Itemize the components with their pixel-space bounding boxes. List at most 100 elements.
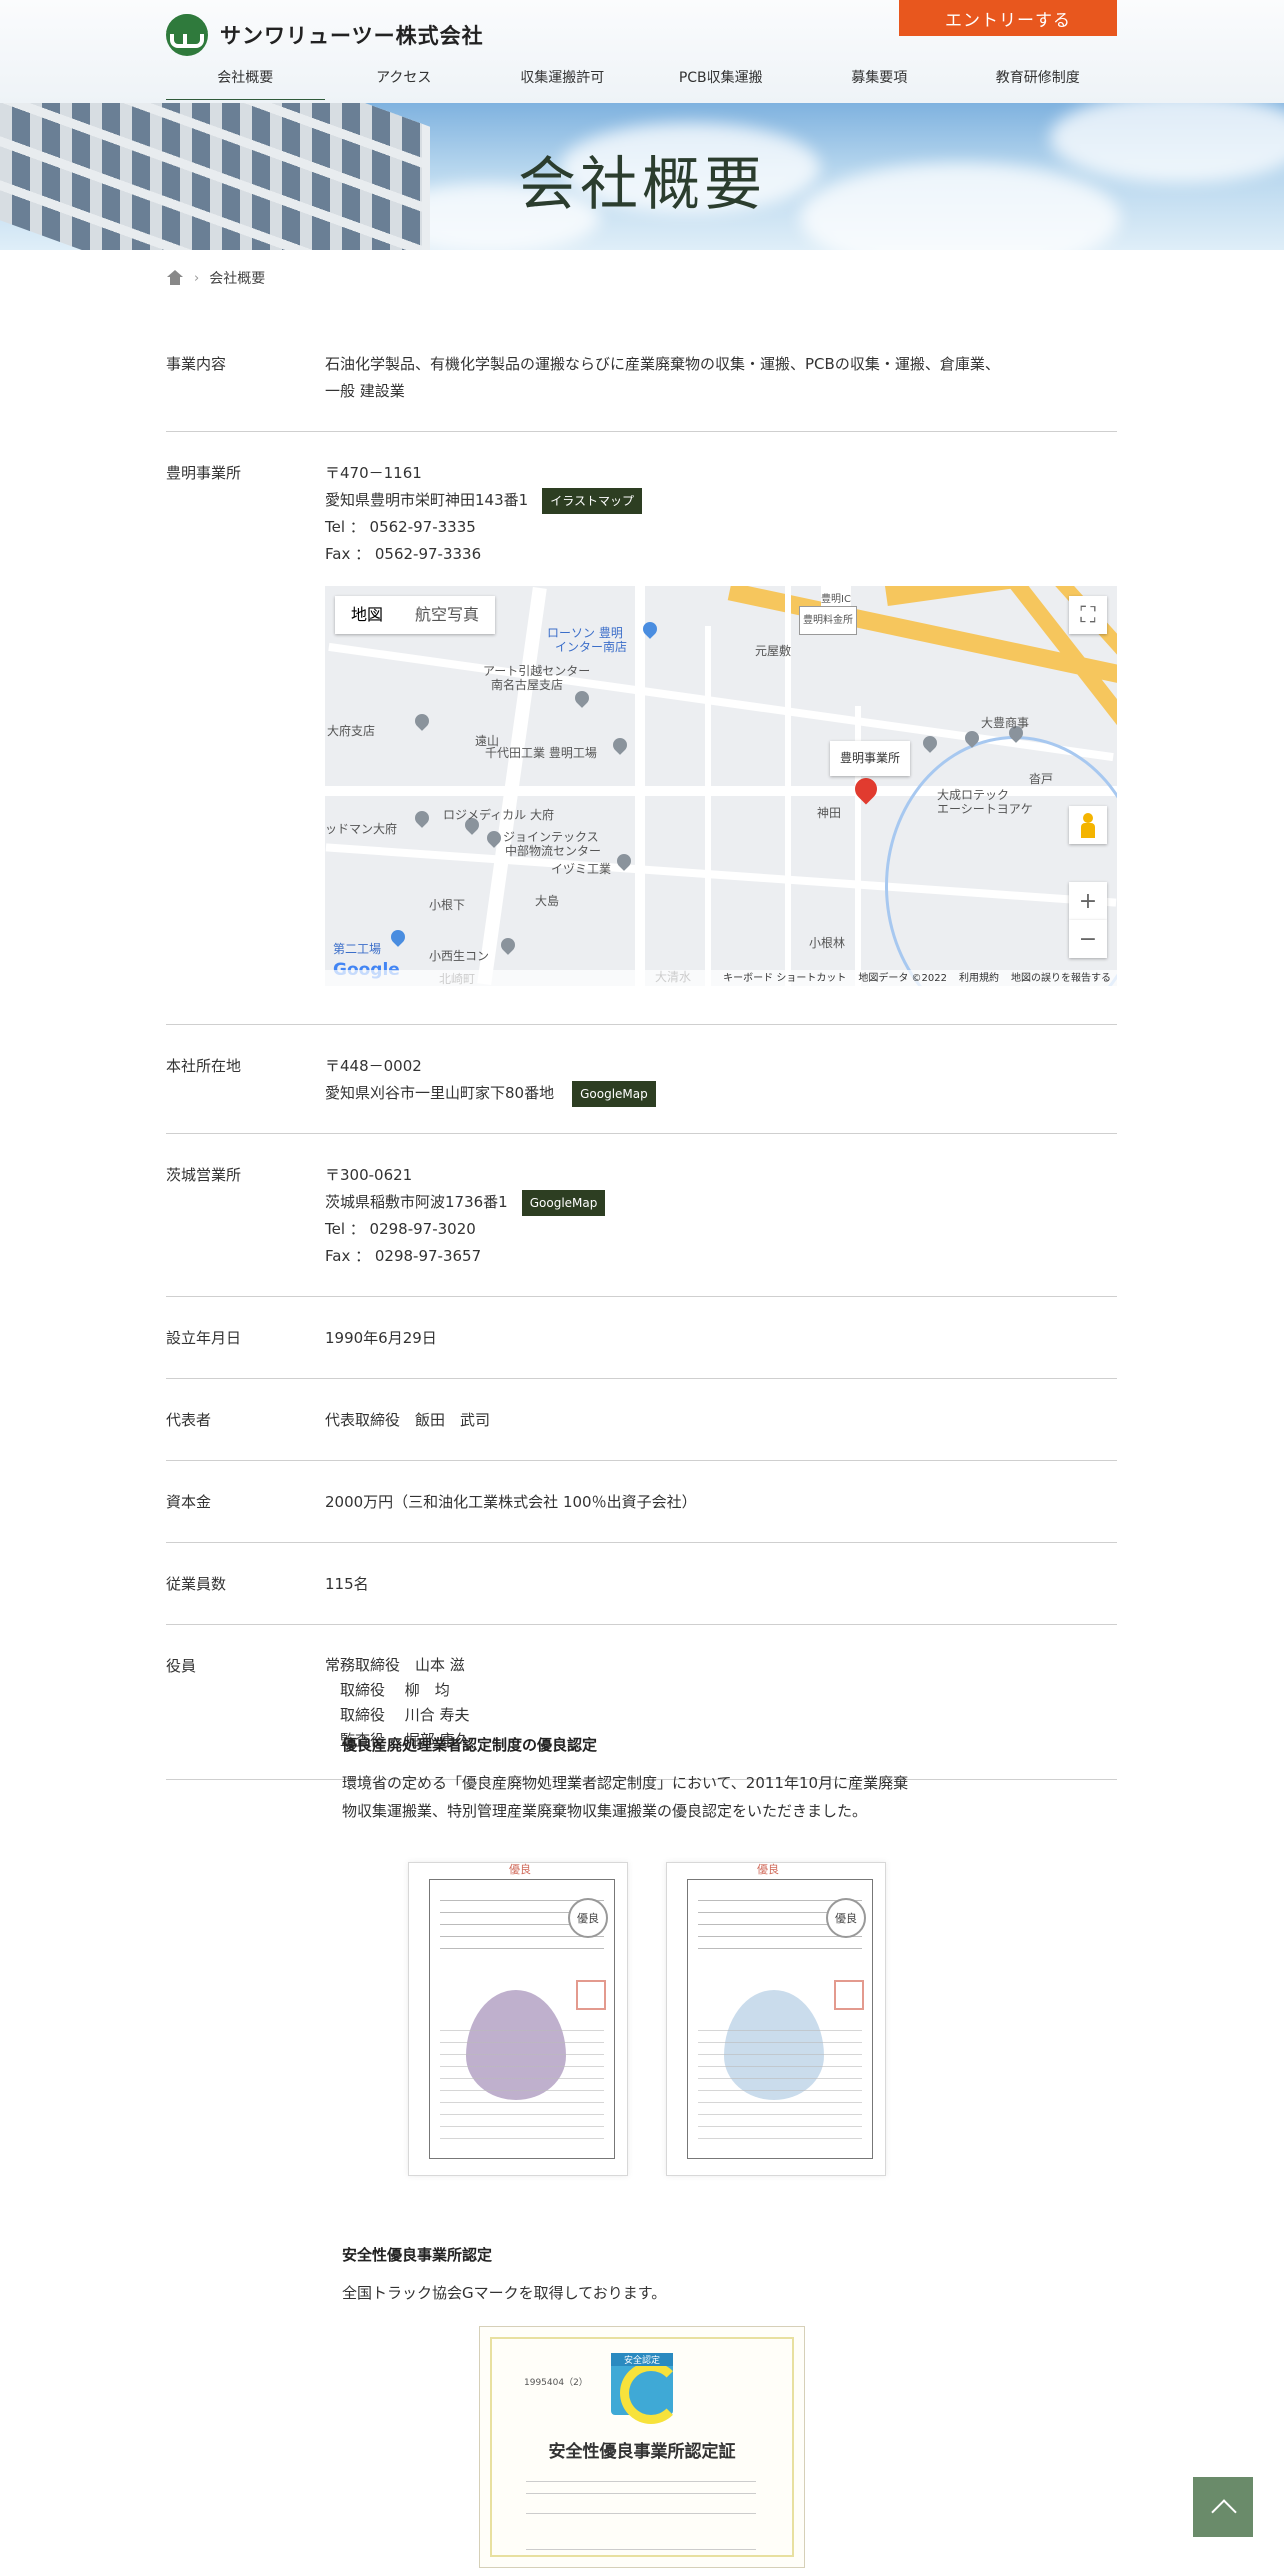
business-line-1: 石油化学製品、有機化学製品の運搬ならびに産業廃棄物の収集・運搬、PCBの収集・運… — [325, 355, 1000, 373]
map-label: ッドマン大府 — [325, 822, 398, 836]
global-nav: 会社概要 アクセス 収集運搬許可 PCB収集運搬 募集要項 教育研修制度 — [166, 67, 1117, 100]
logo-mark-icon — [166, 14, 208, 56]
keyboard-shortcuts-link[interactable]: キーボード ショートカット — [723, 965, 846, 987]
map-label: インター南店 — [555, 640, 628, 654]
ibaraki-googlemap-button[interactable]: GoogleMap — [521, 1189, 606, 1216]
award-excellent-operator: 優良産廃処理業者認定制度の優良認定 環境省の定める「優良産廃物処理業者認定制度」… — [342, 1734, 982, 1825]
row-capital: 資本金 2000万円（三和油化工業株式会社 100％出資子会社） — [166, 1461, 1117, 1543]
row-business: 事業内容 石油化学製品、有機化学製品の運搬ならびに産業廃棄物の収集・運搬、PCB… — [166, 325, 1117, 432]
terms-link[interactable]: 利用規約 — [959, 965, 999, 987]
breadcrumb: › 会社概要 — [166, 268, 265, 288]
row-ibaraki: 茨城営業所 〒300-0621 茨城県稲敷市阿波1736番1 GoogleMap … — [166, 1134, 1117, 1297]
award-title: 安全性優良事業所認定 — [342, 2246, 493, 2264]
zoom-in-button[interactable]: + — [1069, 882, 1107, 920]
capital-value: 2000万円（三和油化工業株式会社 100％出資子会社） — [325, 1493, 697, 1511]
award-title: 優良産廃処理業者認定制度の優良認定 — [342, 1736, 598, 1754]
officer-line: 取締役 柳 均 — [325, 1681, 450, 1699]
hq-address: 愛知県刈谷市一里山町家下80番地 — [325, 1084, 555, 1102]
map-footer: キーボード ショートカット 地図データ ©2022 利用規約 地図の誤りを報告す… — [325, 970, 1117, 986]
row-label: 茨城営業所 — [166, 1166, 242, 1184]
ibaraki-address: 茨城県稲敷市阿波1736番1 — [325, 1193, 508, 1211]
map-label: エーシートヨアケ — [937, 802, 1033, 816]
employees-value: 115名 — [325, 1575, 369, 1593]
home-icon[interactable] — [166, 270, 184, 286]
award-text: 環境省の定める「優良産廃物処理業者認定制度」において、2011年10月に産業廃棄… — [342, 1774, 909, 1820]
toyoake-address: 愛知県豊明市栄町神田143番1 — [325, 491, 529, 509]
hero-banner: 会社概要 — [0, 103, 1284, 250]
ibaraki-zip: 〒300-0621 — [325, 1166, 413, 1184]
toyoake-fax: Fax ： 0562-97-3336 — [325, 545, 482, 563]
nav-item-pcb[interactable]: PCB収集運搬 — [642, 67, 801, 100]
map-data-credit: 地図データ ©2022 — [858, 972, 947, 984]
hq-zip: 〒448－0002 — [325, 1057, 422, 1075]
nav-item-company[interactable]: 会社概要 — [166, 67, 325, 100]
officer-line: 常務取締役 山本 滋 — [325, 1656, 465, 1674]
row-toyoake: 豊明事業所 〒470－1161 愛知県豊明市栄町神田143番1 イラストマップ T… — [166, 432, 1117, 1025]
logo[interactable]: サンワリューツー株式会社 — [166, 14, 484, 56]
map-label: 大府支店 — [327, 724, 376, 738]
row-representative: 代表者 代表取締役 飯田 武司 — [166, 1379, 1117, 1461]
google-map[interactable]: ローソン 豊明 インター南店 アート引越センター 南名古屋支店 元屋敷 豊明IC… — [325, 586, 1117, 986]
award-safety: 安全性優良事業所認定 全国トラック協会Gマークを取得しております。 — [342, 2244, 982, 2307]
certificate-title: 安全性優良事業所認定証 — [548, 2442, 736, 2462]
map-label: 沓戸 — [1029, 772, 1054, 786]
map-label: 神田 — [817, 806, 842, 820]
row-label: 豊明事業所 — [166, 464, 242, 482]
row-label: 代表者 — [166, 1411, 212, 1429]
row-label: 役員 — [166, 1657, 197, 1675]
map-label: 千代田工業 豊明工場 — [485, 746, 597, 760]
entry-button[interactable]: エントリーする — [899, 0, 1117, 36]
row-employees: 従業員数 115名 — [166, 1543, 1117, 1625]
chevron-right-icon: › — [194, 270, 200, 286]
map-type-map-button[interactable]: 地図 — [335, 596, 399, 634]
page-title: 会社概要 — [517, 150, 766, 218]
officer-line: 取締役 川合 寿夫 — [325, 1706, 470, 1724]
map-label: 元屋敷 — [755, 644, 792, 658]
certificate-image-2: 優良 優良 — [666, 1862, 886, 2176]
business-line-2: 一般 建設業 — [325, 382, 405, 400]
report-error-link[interactable]: 地図の誤りを報告する — [1011, 965, 1111, 987]
toyoake-zip: 〒470－1161 — [325, 464, 422, 482]
logo-text: サンワリューツー株式会社 — [220, 24, 484, 48]
map-type-control: 地図 航空写真 — [335, 596, 496, 634]
g-mark-logo: 安全認定 — [611, 2353, 682, 2424]
nav-item-recruit[interactable]: 募集要項 — [800, 67, 959, 100]
certificate-image-1: 優良 優良 — [408, 1862, 628, 2176]
map-label: 小根林 — [809, 936, 846, 950]
award-text: 全国トラック協会Gマークを取得しております。 — [342, 2284, 667, 2302]
row-label: 資本金 — [166, 1493, 212, 1511]
company-info-table: 事業内容 石油化学製品、有機化学製品の運搬ならびに産業廃棄物の収集・運搬、PCB… — [166, 325, 1117, 1780]
map-label: 大豊商事 — [981, 716, 1030, 730]
nav-item-access[interactable]: アクセス — [325, 67, 484, 100]
g-mark-certificate-image: 1995404（2） 安全認定 安全性優良事業所認定証 — [479, 2326, 805, 2568]
nav-item-training[interactable]: 教育研修制度 — [959, 67, 1118, 100]
illustration-map-button[interactable]: イラストマップ — [542, 487, 642, 514]
zoom-out-button[interactable]: − — [1069, 920, 1107, 958]
row-founded: 設立年月日 1990年6月29日 — [166, 1297, 1117, 1379]
ibaraki-tel: Tel ： 0298-97-3020 — [325, 1220, 476, 1238]
toyoake-tel: Tel ： 0562-97-3335 — [325, 518, 476, 536]
founded-value: 1990年6月29日 — [325, 1329, 437, 1347]
nav-item-permit[interactable]: 収集運搬許可 — [483, 67, 642, 100]
breadcrumb-current: 会社概要 — [209, 271, 266, 287]
street-view-pegman-icon[interactable] — [1069, 806, 1107, 844]
map-info-bubble[interactable]: 豊明事業所 — [830, 741, 911, 776]
map-label: 豊明料金所 — [799, 606, 857, 635]
representative-value: 代表取締役 飯田 武司 — [325, 1411, 491, 1429]
back-to-top-button[interactable] — [1193, 2477, 1253, 2537]
map-label: 小西生コン — [429, 949, 490, 963]
map-label: 南名古屋支店 — [491, 678, 564, 692]
hq-googlemap-button[interactable]: GoogleMap — [572, 1080, 656, 1107]
row-label: 本社所在地 — [166, 1057, 242, 1075]
row-label: 事業内容 — [166, 355, 227, 373]
ibaraki-fax: Fax ： 0298-97-3657 — [325, 1247, 482, 1265]
row-label: 設立年月日 — [166, 1329, 242, 1347]
map-label: 遠山 — [475, 734, 500, 748]
row-hq: 本社所在地 〒448－0002 愛知県刈谷市一里山町家下80番地 GoogleMa… — [166, 1025, 1117, 1134]
certificate-number: 1995404（2） — [524, 2378, 588, 2388]
map-type-satellite-button[interactable]: 航空写真 — [399, 596, 495, 634]
fullscreen-icon[interactable]: ⛶ — [1069, 596, 1107, 634]
map-label: 大島 — [535, 894, 560, 908]
site-header: サンワリューツー株式会社 エントリーする 会社概要 アクセス 収集運搬許可 PC… — [0, 0, 1284, 103]
map-label: イヅミ工業 — [551, 862, 612, 876]
